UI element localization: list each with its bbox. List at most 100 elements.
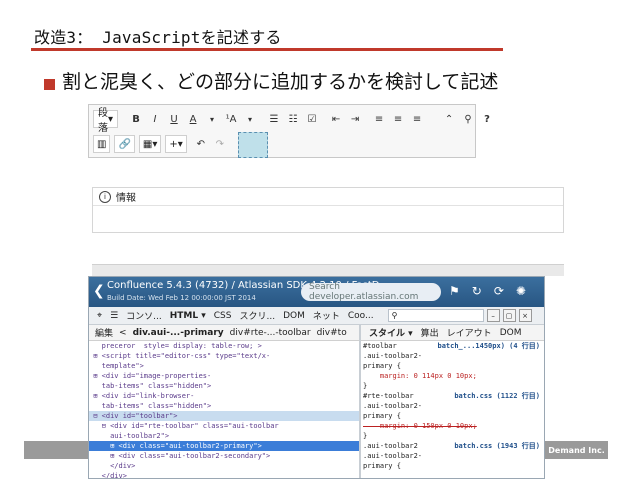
footer-left-bar: [24, 441, 88, 459]
refresh-icon[interactable]: ↻: [472, 284, 482, 298]
html-line[interactable]: ⊞ <div id="link-browser-: [89, 391, 359, 401]
html-line[interactable]: template">: [89, 361, 359, 371]
css-line: #rte-toolbar batch.css (1122 行目): [363, 391, 544, 401]
font-size-button[interactable]: ¹A: [223, 110, 239, 128]
html-line[interactable]: ⊞ <div id="image-properties-: [89, 371, 359, 381]
css-line: #toolbar batch_...1450px) (4 行目): [363, 341, 544, 351]
css-rules-panel: #toolbar batch_...1450px) (4 行目) .aui-too…: [363, 341, 544, 478]
tab-dom[interactable]: DOM: [283, 311, 305, 321]
sync-icon[interactable]: ⟳: [494, 284, 504, 298]
tab-console[interactable]: コンソ...: [126, 309, 162, 322]
inspect-icon[interactable]: ⌖: [97, 311, 102, 321]
html-line[interactable]: ⊞ <div class="aui-toolbar2-secondary">: [89, 451, 359, 461]
redo-button[interactable]: ↷: [212, 135, 228, 153]
css-source-link[interactable]: batch_...1450px) (4 行目): [437, 341, 540, 351]
breadcrumb-item[interactable]: div.aui-...-primary: [133, 328, 224, 338]
titlebar-icons: ⚑ ↻ ⟳ ✺: [449, 284, 526, 298]
tab-css[interactable]: CSS: [214, 311, 232, 321]
italic-button[interactable]: I: [147, 110, 163, 128]
devtools-window: ❮ Confluence 5.4.3 (4732) / Atlassian SD…: [88, 276, 545, 479]
tab-html[interactable]: HTML ▾: [170, 311, 206, 321]
close-icon[interactable]: ×: [518, 309, 532, 322]
help-icon[interactable]: ?: [479, 110, 495, 128]
info-panel: i 情報: [92, 187, 564, 233]
html-line[interactable]: ⊟ <div id="rte-toolbar" class="aui-toolb…: [89, 421, 359, 431]
panel-splitter[interactable]: [359, 325, 361, 478]
tab-cookies[interactable]: Coo...: [348, 311, 374, 321]
table-button[interactable]: ▦ ▾: [138, 135, 162, 153]
indent-button[interactable]: ⇥: [347, 110, 363, 128]
tab-net[interactable]: ネット: [313, 309, 340, 322]
css-source-link[interactable]: batch.css (1122 行目): [454, 391, 540, 401]
edit-button[interactable]: 編集: [95, 326, 113, 339]
info-panel-header: i 情報: [93, 188, 563, 206]
title-underline: [31, 48, 503, 51]
html-line[interactable]: ⊟ <div id="toolbar">: [89, 411, 359, 421]
tab-style[interactable]: スタイル ▾: [369, 326, 413, 339]
align-right-button[interactable]: ≡: [409, 110, 425, 128]
background-page-strip: [92, 264, 564, 276]
bug-icon[interactable]: ✺: [516, 284, 526, 298]
chevron-down-icon: ▾: [177, 138, 183, 150]
html-breadcrumb: 編集 < div.aui-...-primary div#rte-...-too…: [89, 325, 359, 341]
menu-icon[interactable]: ☰: [110, 311, 118, 321]
breadcrumb-item[interactable]: div#rte-...-toolbar: [230, 328, 311, 338]
find-input[interactable]: ⚲: [387, 309, 484, 322]
html-line[interactable]: tab-items" class="hidden">: [89, 381, 359, 391]
css-selector: #toolbar: [363, 342, 397, 350]
css-line: .aui-toolbar2-: [363, 452, 423, 460]
align-center-button[interactable]: ≡: [390, 110, 406, 128]
html-line[interactable]: </div>: [89, 461, 359, 471]
collapse-chevron-icon[interactable]: ⌃: [441, 110, 457, 128]
html-line[interactable]: </div>: [89, 471, 359, 478]
editor-toolbar: 段落 ▾ B I U A ▾ ¹A ▾ ☰ ☷ ☑ ⇤ ⇥ ≡ ≡ ≡ ⌃ ⚲ …: [88, 104, 490, 158]
html-line[interactable]: preceror style= display: table-row; >: [89, 341, 359, 351]
tab-side-dom[interactable]: DOM: [500, 328, 522, 338]
page-layout-button[interactable]: ▥: [93, 135, 111, 153]
slide-title: 改造3： JavaScriptを記述する: [34, 28, 282, 47]
tab-computed[interactable]: 算出: [421, 326, 439, 339]
breadcrumb-item[interactable]: div#to: [317, 328, 347, 338]
info-icon: i: [99, 190, 111, 203]
html-line-selected[interactable]: ⊞ <div class="aui-toolbar2-primary">: [89, 441, 359, 451]
devtools-tabs: ⌖ ☰ コンソ... HTML ▾ CSS スクリ... DOM ネット Coo…: [89, 307, 544, 325]
insert-button[interactable]: + ▾: [165, 135, 187, 153]
chevron-left-icon[interactable]: <: [119, 328, 127, 338]
bullet-list-button[interactable]: ☰: [266, 110, 282, 128]
css-line: primary {: [363, 362, 401, 370]
flag-icon[interactable]: ⚑: [449, 284, 460, 298]
css-line: primary {: [363, 462, 401, 470]
info-panel-label: 情報: [116, 193, 136, 204]
paragraph-format-select[interactable]: 段落 ▾: [93, 108, 119, 134]
css-line: primary {: [363, 412, 401, 420]
html-line[interactable]: aui-toolbar2">: [89, 431, 359, 441]
back-arrow-icon[interactable]: ❮: [93, 283, 105, 299]
numbered-list-button[interactable]: ☷: [285, 110, 301, 128]
minimize-icon[interactable]: –: [486, 309, 500, 322]
chevron-down-icon[interactable]: ▾: [204, 110, 220, 128]
text-color-button[interactable]: A: [185, 110, 201, 128]
link-button[interactable]: 🔗: [114, 135, 135, 153]
css-source-link[interactable]: batch.css (1943 行目): [454, 441, 540, 451]
undo-button[interactable]: ↶: [193, 135, 209, 153]
html-line[interactable]: tab-items" class="hidden">: [89, 401, 359, 411]
restore-icon[interactable]: ▢: [502, 309, 516, 322]
css-property[interactable]: margin: 0 114px 0 10px;: [363, 371, 544, 381]
devtools-titlebar: ❮ Confluence 5.4.3 (4732) / Atlassian SD…: [89, 277, 544, 307]
html-line[interactable]: ⊞ <script title="editor-css" type="text/…: [89, 351, 359, 361]
css-property-overridden[interactable]: margin: 0 150px 0 10px;: [363, 421, 544, 431]
outdent-button[interactable]: ⇤: [328, 110, 344, 128]
search-icon[interactable]: ⚲: [460, 110, 476, 128]
underline-button[interactable]: U: [166, 110, 182, 128]
tab-script[interactable]: スクリ...: [239, 309, 275, 322]
align-left-button[interactable]: ≡: [371, 110, 387, 128]
task-list-button[interactable]: ☑: [304, 110, 320, 128]
chevron-down-icon[interactable]: ▾: [242, 110, 258, 128]
bold-button[interactable]: B: [128, 110, 144, 128]
chevron-down-icon: ▾: [152, 138, 158, 150]
table-icon: ▦: [142, 138, 153, 150]
css-selector: #rte-toolbar: [363, 392, 414, 400]
css-selector: .aui-toolbar2: [363, 442, 418, 450]
developer-search-input[interactable]: Search developer.atlassian.com: [301, 282, 441, 302]
tab-layout[interactable]: レイアウト: [447, 326, 492, 339]
